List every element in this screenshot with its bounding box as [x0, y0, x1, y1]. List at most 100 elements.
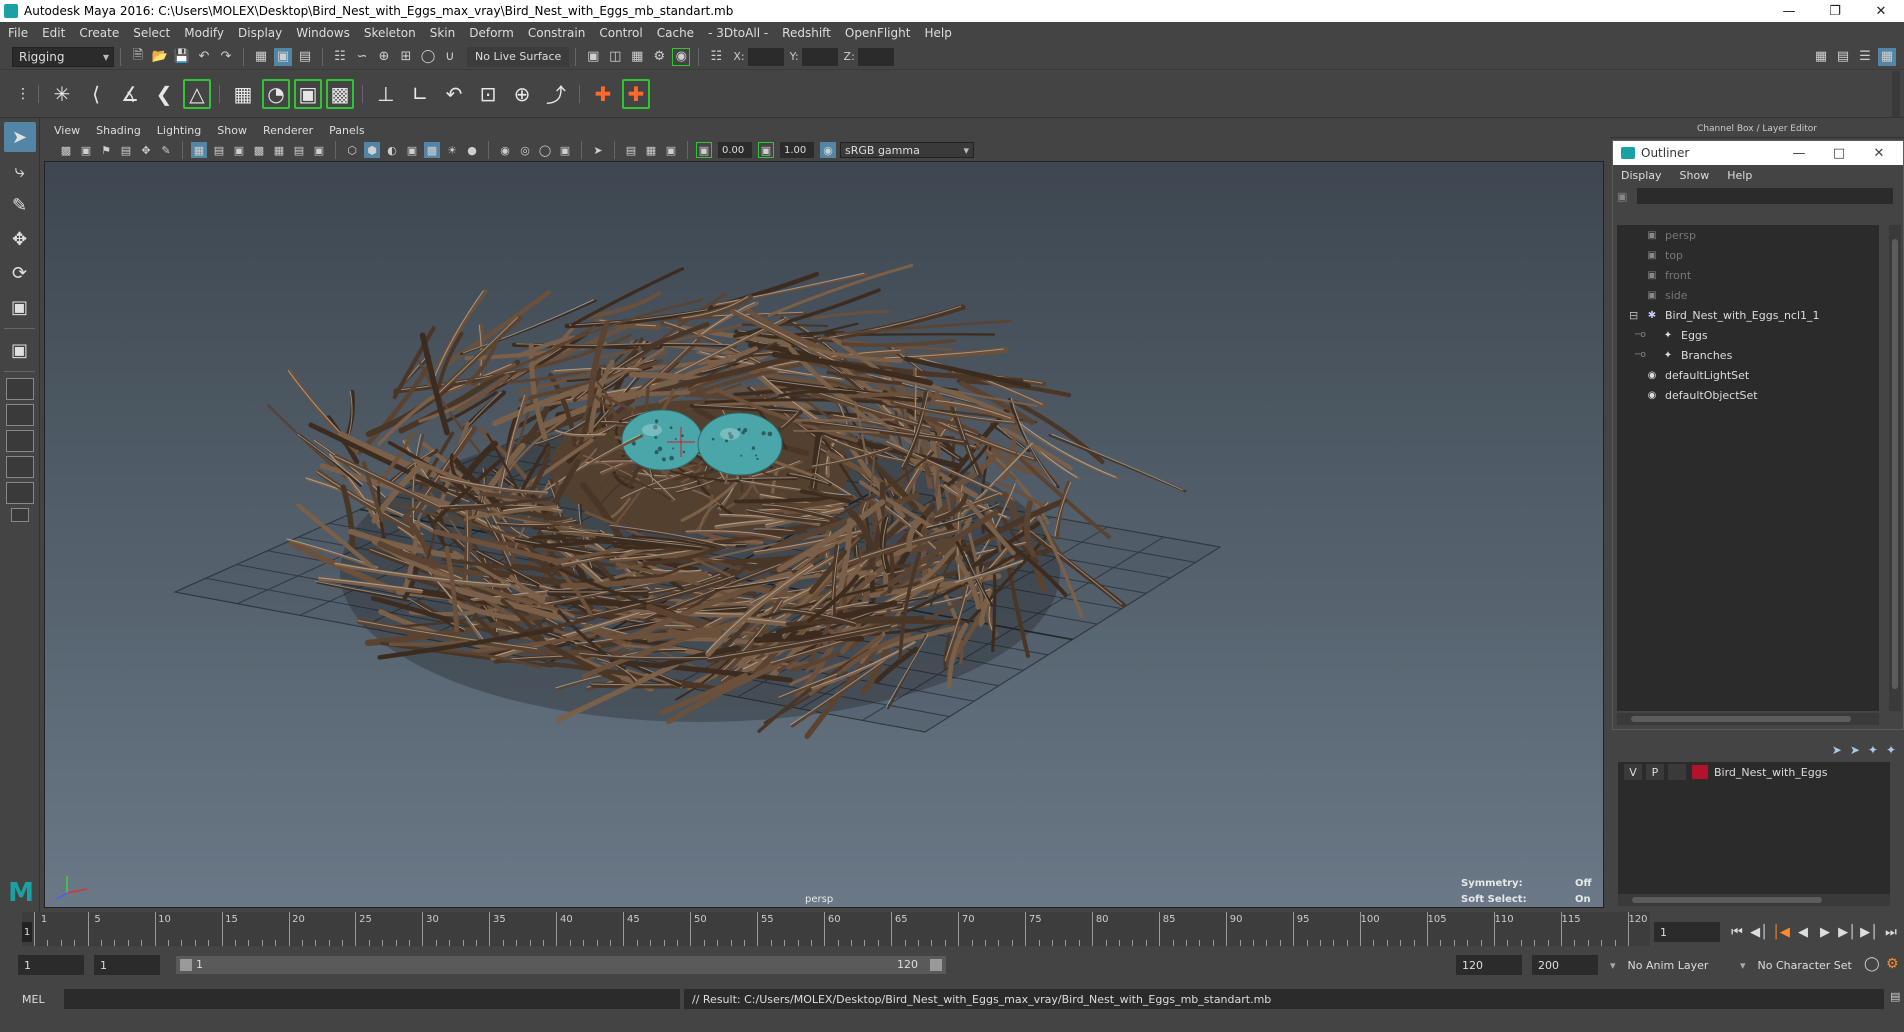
shelf-options-icon[interactable]: ⋮	[16, 77, 30, 111]
menu-file[interactable]: File	[8, 26, 28, 40]
outliner-search-input[interactable]	[1637, 188, 1894, 204]
render-view-icon[interactable]: ▣	[584, 48, 602, 66]
outliner-item[interactable]: ▣ front	[1617, 265, 1879, 285]
script-language-toggle[interactable]: MEL	[22, 990, 62, 1008]
layout-graph-persp-button[interactable]	[5, 456, 34, 478]
wire-deformer-icon[interactable]: ▩	[326, 78, 354, 109]
rotate-tool-icon[interactable]: ⟳	[4, 258, 36, 288]
use-all-lights-icon[interactable]: ☀	[444, 142, 460, 158]
field-chart-icon[interactable]: ▦	[271, 142, 287, 158]
viewport-menu-lighting[interactable]: Lighting	[157, 124, 201, 137]
layout-hypershade-button[interactable]	[5, 482, 34, 504]
play-forwards-icon[interactable]: ▶	[1814, 925, 1836, 940]
character-set-dropdown[interactable]: No Character Set	[1734, 955, 1864, 975]
safe-title-icon[interactable]: ▣	[311, 142, 327, 158]
grid-icon[interactable]: ▦	[191, 142, 207, 158]
aim-constraint-icon[interactable]: ∟	[405, 77, 435, 111]
outliner-maximize-button[interactable]: □	[1819, 146, 1859, 161]
lattice-icon[interactable]: ▦	[228, 77, 258, 111]
attribute-editor-icon[interactable]: ▤	[1834, 48, 1852, 66]
smooth-shade-icon[interactable]: ⬢	[364, 142, 380, 158]
tool-settings-icon[interactable]: ☰	[1856, 48, 1874, 66]
auto-key-icon[interactable]: ◯	[1864, 956, 1880, 972]
viewport-menu-show[interactable]: Show	[217, 124, 247, 137]
outliner-item[interactable]: ▣ top	[1617, 245, 1879, 265]
scale-tool-icon[interactable]: ▣	[4, 292, 36, 322]
perspective-viewport[interactable]: persp Symmetry: Off Soft Select: On	[44, 161, 1604, 908]
script-editor-icon[interactable]: ▤	[1890, 990, 1900, 1003]
go-to-end-icon[interactable]: ⏭	[1880, 925, 1902, 940]
layout-four-view-button[interactable]	[5, 378, 34, 400]
menu-display[interactable]: Display	[238, 26, 282, 40]
select-object-icon[interactable]: ▣	[274, 47, 292, 66]
grease-pencil-icon[interactable]: ✎	[158, 142, 174, 158]
menu-help[interactable]: Help	[924, 26, 951, 40]
transform-input-icon[interactable]: ☷	[707, 48, 725, 66]
outliner-item[interactable]: ◉ defaultLightSet	[1617, 365, 1879, 385]
camera-attributes-icon[interactable]: ▣	[78, 142, 94, 158]
menu-constrain[interactable]: Constrain	[528, 26, 586, 40]
redo-icon[interactable]: ↷	[217, 48, 235, 66]
step-back-frame-icon[interactable]: │◀	[1770, 925, 1792, 940]
outliner-menu-help[interactable]: Help	[1727, 169, 1752, 182]
outliner-horizontal-scrollbar[interactable]	[1617, 713, 1879, 725]
move-layer-down-icon[interactable]: ➤	[1850, 743, 1860, 757]
collapse-icon[interactable]: ⊟	[1629, 309, 1638, 322]
menu-3dtoall[interactable]: - 3DtoAll -	[708, 26, 768, 40]
menu-windows[interactable]: Windows	[296, 26, 350, 40]
shadows-icon[interactable]: ●	[464, 142, 480, 158]
menu-select[interactable]: Select	[133, 26, 170, 40]
lasso-tool-icon[interactable]: ⤷	[4, 156, 36, 186]
select-hierarchy-icon[interactable]: ▦	[252, 48, 270, 66]
new-layer-icon[interactable]: ✦	[1868, 743, 1878, 757]
channel-box-icon[interactable]: ▦	[1878, 47, 1896, 66]
pole-vector-icon[interactable]: ⤴	[541, 77, 571, 111]
viewport-menu-view[interactable]: View	[54, 124, 80, 137]
outliner-item[interactable]: ▣ side	[1617, 285, 1879, 305]
select-tool-icon[interactable]: ➤	[3, 122, 36, 152]
select-component-icon[interactable]: ▤	[296, 48, 314, 66]
menu-deform[interactable]: Deform	[469, 26, 514, 40]
go-to-start-icon[interactable]: ⏮	[1726, 925, 1748, 940]
flat-shade-icon[interactable]: ◐	[384, 142, 400, 158]
ik-handle-icon[interactable]: ⟨	[81, 77, 111, 111]
gate-mask-icon[interactable]: ▩	[251, 142, 267, 158]
bounding-box-icon[interactable]: ▣	[404, 142, 420, 158]
layer-name[interactable]: Bird_Nest_with_Eggs	[1714, 766, 1827, 779]
snap-point-icon[interactable]: ⊕	[375, 48, 393, 66]
ik-spline-icon[interactable]: ∡	[115, 77, 145, 111]
menu-openflight[interactable]: OpenFlight	[845, 26, 911, 40]
time-slider[interactable]: 1 5 10 15 20 25 30 35 40 45 50 55 60 65 70 75 80 85 90 95 10…	[22, 912, 1650, 946]
textured-icon[interactable]: ▩	[424, 142, 440, 158]
locator-icon[interactable]: ✚	[588, 77, 618, 111]
live-surface-field[interactable]: No Live Surface	[467, 46, 570, 67]
playback-start-field[interactable]: 1	[94, 955, 160, 975]
menu-skeleton[interactable]: Skeleton	[364, 26, 416, 40]
xray-joints-icon[interactable]: ▣	[663, 142, 679, 158]
outliner-item[interactable]: ▣ persp	[1617, 225, 1879, 245]
layout-custom-button[interactable]	[10, 508, 29, 522]
paint-select-icon[interactable]: ✎	[4, 190, 36, 220]
ipr-render-icon[interactable]: ▦	[628, 48, 646, 66]
outliner-close-button[interactable]: ✕	[1859, 146, 1899, 161]
animation-end-field[interactable]: 200	[1532, 955, 1598, 975]
z-field[interactable]	[857, 47, 894, 66]
layer-horizontal-scrollbar[interactable]	[1618, 894, 1890, 906]
new-scene-icon[interactable]: 🗎	[129, 48, 147, 66]
current-frame-marker[interactable]: 1	[22, 922, 32, 942]
layout-outliner-persp-button[interactable]	[5, 430, 34, 452]
render-settings-icon[interactable]: ⚙	[650, 48, 668, 66]
menu-edit[interactable]: Edit	[42, 26, 65, 40]
safe-action-icon[interactable]: ▤	[291, 142, 307, 158]
view-transform-dropdown[interactable]: sRGB gamma	[840, 142, 974, 158]
preferences-icon[interactable]: ⚙	[1886, 956, 1899, 972]
menu-cache[interactable]: Cache	[657, 26, 694, 40]
play-backwards-icon[interactable]: ◀	[1792, 925, 1814, 940]
shelf-scrollbar[interactable]	[1892, 70, 1900, 117]
multisample-aa-icon[interactable]: ◯	[537, 142, 553, 158]
image-plane-icon[interactable]: ▤	[118, 142, 134, 158]
command-input[interactable]	[64, 989, 680, 1009]
move-tool-icon[interactable]: ✥	[4, 224, 36, 254]
range-end-handle[interactable]	[930, 959, 942, 971]
snap-curve-icon[interactable]: ∽	[353, 48, 371, 66]
